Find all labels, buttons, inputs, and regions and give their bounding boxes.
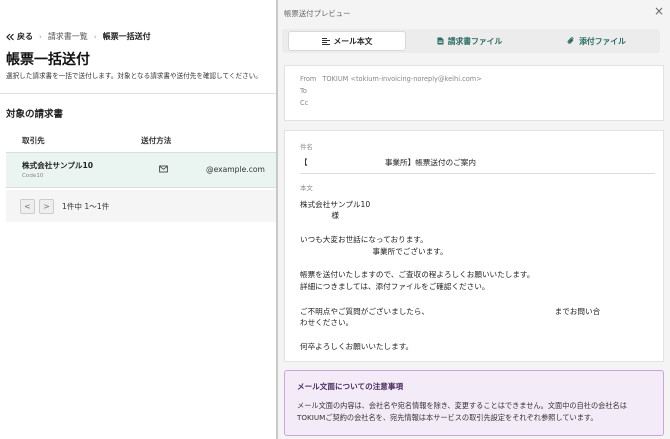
prev-page-button[interactable]: <	[20, 198, 35, 214]
pagination: < > 1件中 1〜1件	[6, 190, 277, 222]
breadcrumb-current: 帳票一括送付	[102, 32, 151, 41]
notice-title: メール文面についての注意事項	[297, 382, 404, 391]
body-line: 株式会社サンプル10	[300, 200, 371, 209]
section-title: 対象の請求書	[6, 109, 64, 120]
invoice-table: 取引先 送付方法 株式会社サンプル10 Code10 @example.com	[6, 128, 277, 188]
breadcrumb-invoice-list[interactable]: 請求書一覧	[48, 31, 88, 42]
divider	[0, 93, 277, 94]
mail-icon	[159, 165, 168, 173]
mail-notice-box: メール文面についての注意事項 メール文面の内容は、会社名や宛名情報を除き、変更す…	[284, 370, 664, 436]
mail-header-card: From TOKIUM <tokium-invoicing-noreply@kei…	[284, 65, 664, 121]
drawer-title: 帳票送付プレビュー	[284, 9, 351, 18]
body-line: 何卒よろしくお願いいたします。	[300, 342, 414, 351]
paperclip-icon	[567, 37, 574, 44]
body-line: 様	[300, 211, 339, 220]
page-description: 選択した請求書を一括で送付します。対象となる請求書や送付先を確認してください。	[6, 72, 262, 80]
table-header: 取引先 送付方法	[6, 128, 277, 153]
cc-label: Cc	[300, 99, 309, 107]
body-line: わせください。	[300, 318, 354, 327]
double-chevron-left-icon	[6, 33, 14, 40]
mail-body-card: 件名 【 事業所】帳票送付のご案内 本文 株式会社サンプル10 様 いつも大変お…	[284, 130, 664, 362]
tab-label: 請求書ファイル	[447, 36, 503, 46]
body-label: 本文	[300, 184, 313, 192]
partner-name: 株式会社サンプル10	[22, 161, 94, 170]
back-label: 戻る	[17, 32, 33, 41]
breadcrumb: 戻る › 請求書一覧 › 帳票一括送付	[6, 31, 151, 42]
body-line: ご不明点やご質問がございましたら、 までお問い合	[300, 307, 601, 316]
body-line: いつも大変お世話になっております。	[300, 235, 428, 244]
column-header-partner: 取引先	[22, 135, 45, 145]
from-label: From	[300, 75, 317, 83]
invoice-bulk-send-page: 戻る › 請求書一覧 › 帳票一括送付 帳票一括送付 選択した請求書を一括で送付…	[0, 0, 277, 439]
notice-text: メール文面の内容は、会社名や宛名情報を除き、変更することはできません。文面中の自…	[297, 401, 627, 410]
back-link[interactable]: 戻る	[6, 31, 33, 42]
table-row[interactable]: 株式会社サンプル10 Code10 @example.com	[6, 153, 277, 188]
tab-attachments[interactable]: 添付ファイル	[533, 31, 660, 51]
body-line: 詳細につきましては、添付ファイルをご確認ください。	[300, 282, 490, 291]
breadcrumb-separator-icon: ›	[39, 32, 42, 41]
next-page-button[interactable]: >	[39, 198, 54, 214]
subject-label: 件名	[300, 143, 313, 151]
send-preview-drawer: 帳票送付プレビュー × メール本文 請求書ファイル 添付ファイル From TOK…	[278, 0, 670, 439]
text-align-icon	[321, 37, 330, 45]
close-icon[interactable]: ×	[654, 5, 664, 17]
partner-code: Code10	[22, 173, 44, 179]
breadcrumb-separator-icon: ›	[93, 32, 97, 41]
from-value: TOKIUM <tokium-invoicing-noreply@keihi.c…	[322, 75, 482, 83]
tab-mail-body[interactable]: メール本文	[288, 31, 406, 51]
body-line: 事業所でございます。	[300, 247, 448, 256]
send-email-address: @example.com	[206, 165, 265, 174]
mail-subject: 【 事業所】帳票送付のご案内	[300, 157, 655, 174]
tab-label: メール本文	[333, 36, 373, 46]
tab-invoice-file[interactable]: 請求書ファイル	[406, 31, 533, 51]
column-header-send-method: 送付方法	[141, 135, 172, 145]
file-icon	[437, 37, 444, 45]
page-title: 帳票一括送付	[6, 52, 90, 68]
tab-label: 添付ファイル	[579, 36, 626, 46]
to-label: To	[300, 87, 307, 95]
pagination-info: 1件中 1〜1件	[62, 201, 110, 211]
preview-tabs: メール本文 請求書ファイル 添付ファイル	[282, 29, 660, 53]
notice-text: TOKIUMご契約の会社名を、宛先情報は本サービスの取引先設定をそれぞれ参照して…	[297, 412, 598, 422]
body-line: 帳票を送付いたしますので、ご査収の程よろしくお願いいたします。	[300, 270, 535, 279]
